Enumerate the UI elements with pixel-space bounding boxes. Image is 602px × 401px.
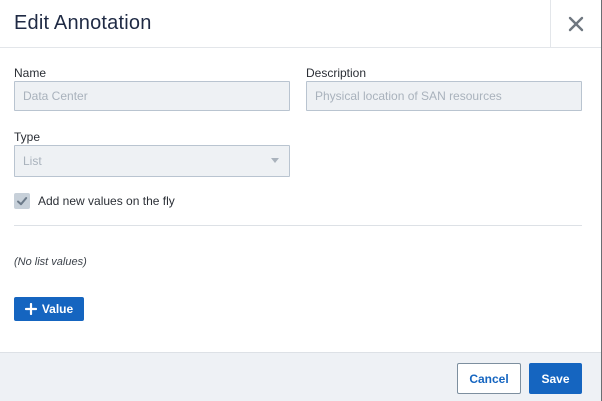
name-field-value: Data Center	[23, 89, 88, 103]
dialog-title: Edit Annotation	[14, 12, 152, 34]
save-button[interactable]: Save	[529, 363, 582, 394]
add-on-fly-label: Add new values on the fly	[38, 194, 175, 208]
add-value-label: Value	[41, 302, 74, 316]
add-on-fly-checkbox[interactable]	[14, 193, 30, 209]
type-label: Type	[14, 130, 41, 144]
edit-annotation-dialog: Edit Annotation Name Data Center Descrip…	[0, 0, 602, 401]
name-label: Name	[14, 66, 47, 80]
plus-icon	[24, 303, 37, 315]
cancel-button[interactable]: Cancel	[457, 363, 521, 394]
description-field-value: Physical location of SAN resources	[315, 89, 502, 103]
description-label: Description	[306, 66, 367, 80]
close-button[interactable]	[550, 0, 601, 47]
caret-down-icon	[271, 158, 279, 163]
close-icon	[568, 16, 584, 31]
section-divider	[14, 225, 582, 226]
empty-list-note: (No list values)	[14, 256, 87, 268]
checkmark-icon	[17, 197, 28, 206]
dialog-footer: Cancel Save	[0, 352, 601, 401]
type-select[interactable]: List	[14, 145, 290, 177]
add-value-button[interactable]: Value	[14, 297, 84, 321]
description-field[interactable]: Physical location of SAN resources	[306, 81, 582, 111]
type-select-value: List	[23, 154, 42, 168]
dialog-header: Edit Annotation	[0, 0, 601, 48]
name-field[interactable]: Data Center	[14, 81, 290, 111]
